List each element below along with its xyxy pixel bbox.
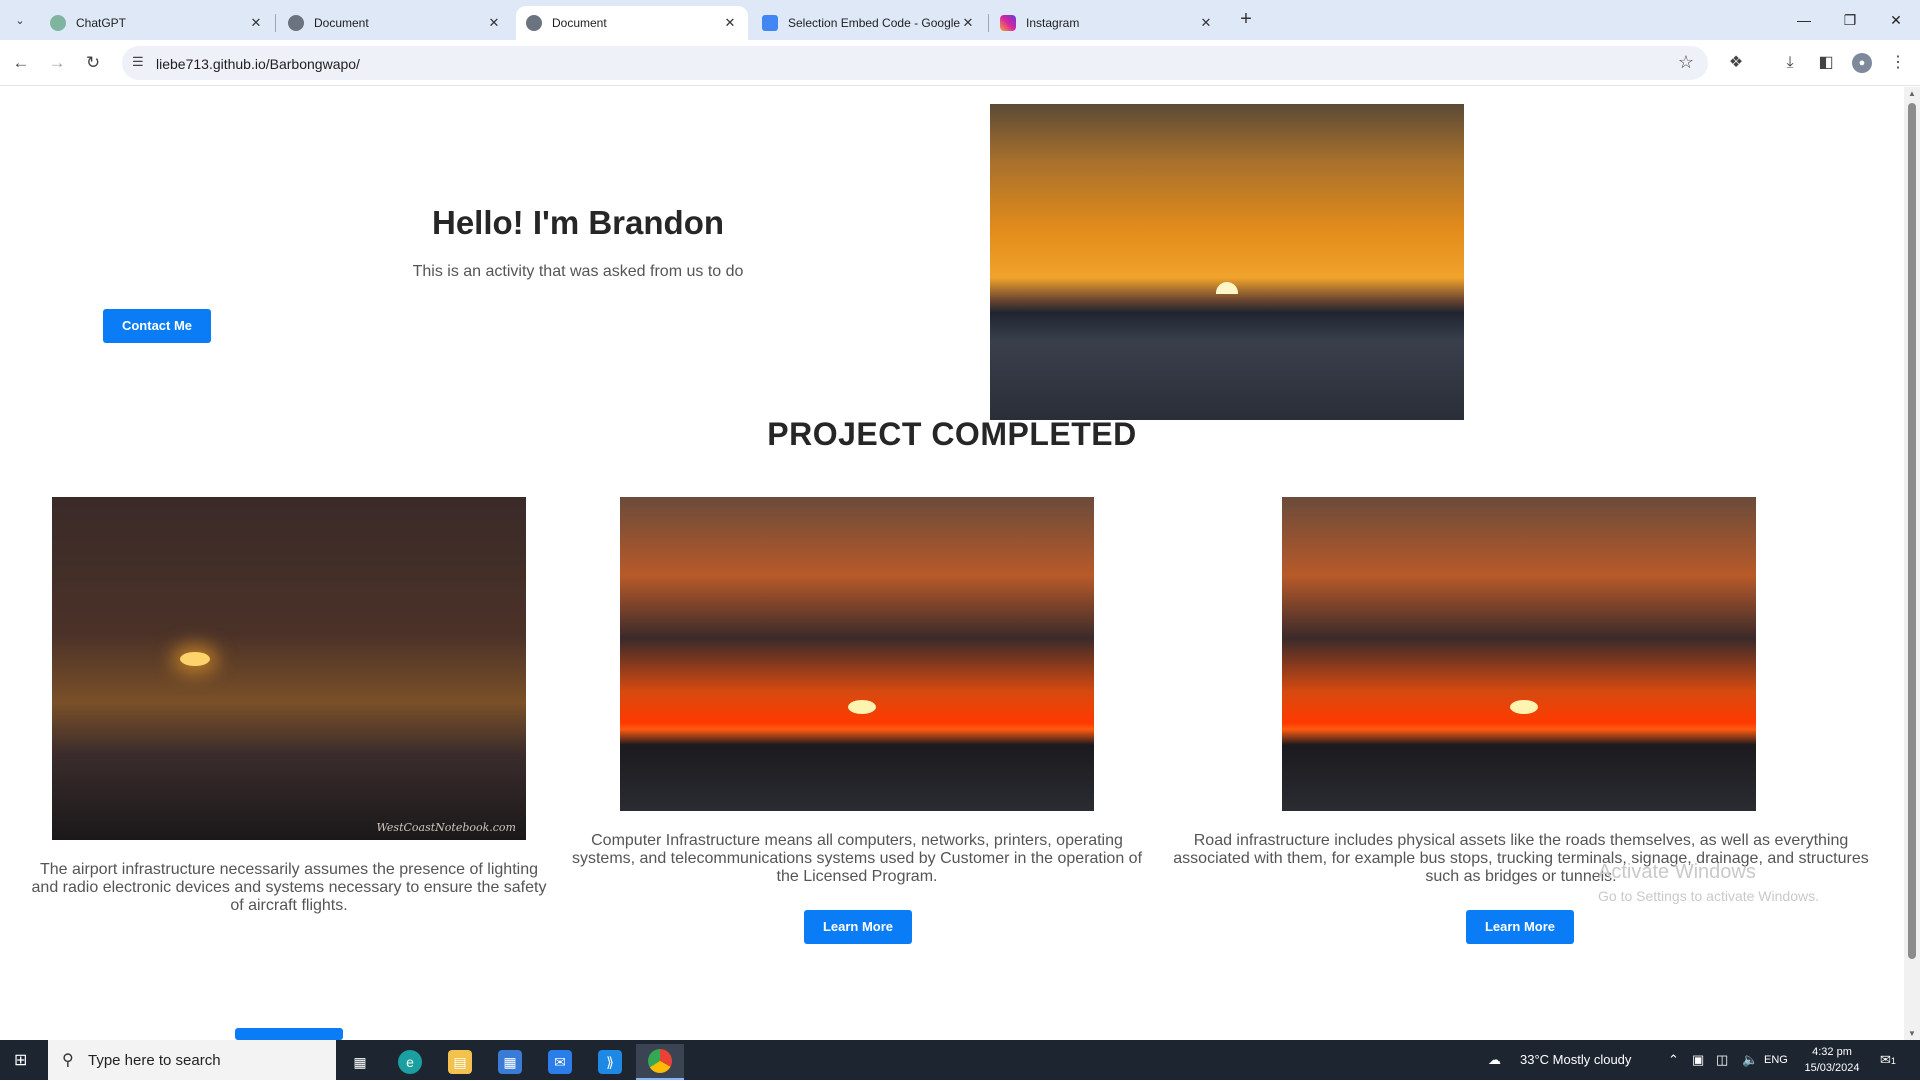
hero-subtitle: This is an activity that was asked from …	[412, 263, 744, 280]
sun-shape	[1216, 282, 1238, 294]
bookmark-star-icon[interactable]: ☆	[1678, 52, 1694, 73]
project-image-road	[1282, 497, 1756, 811]
clock-time: 4:32 pm	[1812, 1046, 1852, 1058]
close-icon[interactable]: ✕	[960, 15, 976, 31]
globe-icon	[526, 15, 542, 31]
window-close-icon[interactable]: ✕	[1884, 8, 1908, 32]
sun-shape	[180, 652, 210, 666]
tray-chevron-up-icon[interactable]: ⌃	[1668, 1040, 1679, 1080]
kebab-menu-icon[interactable]: ⋮	[1886, 51, 1910, 75]
hero-title: Hello! I'm Brandon	[431, 204, 725, 241]
tab-strip: ⌄ ChatGPT ✕ Document ✕ Document ✕ Select…	[0, 0, 1920, 40]
globe-icon	[288, 15, 304, 31]
weather-text[interactable]: 33°C Mostly cloudy	[1520, 1040, 1631, 1080]
network-icon[interactable]: ◫	[1716, 1040, 1728, 1080]
profile-avatar-icon[interactable]: ●	[1852, 53, 1872, 73]
image-watermark-caption: WestCoastNotebook.com	[376, 821, 517, 834]
close-icon[interactable]: ✕	[722, 15, 738, 31]
project-description-airport: The airport infrastructure necessarily a…	[31, 861, 547, 914]
tab-title: Document	[314, 16, 369, 30]
scroll-up-arrow-icon[interactable]: ▲	[1904, 89, 1920, 98]
search-icon: ⚲	[62, 1052, 74, 1069]
tab-title: Document	[552, 16, 607, 30]
scrollbar-thumb[interactable]	[1908, 103, 1916, 959]
contact-me-button[interactable]: Contact Me	[103, 309, 211, 343]
tab-title: Selection Embed Code - Google	[788, 16, 960, 30]
google-sites-icon	[762, 15, 778, 31]
tab-document-active[interactable]: Document ✕	[516, 6, 748, 40]
weather-cloud-icon[interactable]: ☁	[1488, 1040, 1501, 1080]
file-explorer-icon[interactable]: ▤	[436, 1044, 484, 1080]
notifications-icon[interactable]: ✉1	[1880, 1040, 1896, 1080]
learn-more-button-road[interactable]: Learn More	[1466, 910, 1574, 944]
learn-more-button-airport[interactable]	[235, 1028, 343, 1040]
restore-icon[interactable]: ❐	[1838, 8, 1862, 32]
close-icon[interactable]: ✕	[1198, 15, 1214, 31]
browser-toolbar: ← → ↻ ☰ liebe713.github.io/Barbongwapo/ …	[0, 40, 1920, 86]
taskbar-search-placeholder: Type here to search	[88, 1052, 221, 1069]
project-description-road: Road infrastructure includes physical as…	[1173, 832, 1869, 885]
web-page: Hello! I'm Brandon This is an activity t…	[0, 87, 1904, 1040]
windows-taskbar: ⊞ ⚲ Type here to search ▦ e ▤ ▦ ✉ ⟫ ☁ 33…	[0, 1040, 1920, 1080]
tab-document[interactable]: Document ✕	[278, 6, 512, 40]
tray-device-icon[interactable]: ▣	[1692, 1040, 1704, 1080]
activate-windows-subtitle: Go to Settings to activate Windows.	[1598, 888, 1819, 904]
edge-icon[interactable]: e	[386, 1044, 434, 1080]
tab-divider	[275, 14, 276, 32]
task-view-icon[interactable]: ▦	[336, 1044, 384, 1080]
project-image-airport: WestCoastNotebook.com	[52, 497, 526, 840]
sun-shape	[848, 700, 876, 714]
address-bar[interactable]: ☰ liebe713.github.io/Barbongwapo/ ☆	[122, 46, 1708, 80]
projects-heading: PROJECT COMPLETED	[767, 416, 1137, 452]
notification-count: 1	[1890, 1056, 1896, 1066]
mail-icon[interactable]: ✉	[536, 1044, 584, 1080]
sun-shape	[1510, 700, 1538, 714]
side-panel-icon[interactable]: ◧	[1814, 51, 1838, 75]
volume-muted-icon[interactable]: 🔈	[1742, 1040, 1758, 1080]
activate-windows-title: Activate Windows	[1598, 861, 1756, 883]
tab-chatgpt[interactable]: ChatGPT ✕	[40, 6, 274, 40]
clock-date: 15/03/2024	[1804, 1062, 1860, 1074]
close-icon[interactable]: ✕	[248, 15, 264, 31]
system-clock[interactable]: 4:32 pm 15/03/2024	[1794, 1044, 1870, 1076]
back-arrow-icon[interactable]: ←	[8, 50, 34, 76]
tab-title: ChatGPT	[76, 16, 127, 30]
taskbar-search-box[interactable]: ⚲ Type here to search	[48, 1040, 336, 1080]
scroll-down-arrow-icon[interactable]: ▼	[1904, 1029, 1920, 1038]
minimize-icon[interactable]: —	[1792, 8, 1816, 32]
new-tab-plus-icon[interactable]: +	[1234, 8, 1258, 32]
download-icon[interactable]: ⤓	[1778, 51, 1802, 75]
tab-selection-embed-code[interactable]: Selection Embed Code - Google ✕	[752, 6, 986, 40]
tab-divider	[988, 14, 989, 32]
windows-start-icon[interactable]: ⊞	[14, 1052, 32, 1070]
url-text[interactable]: liebe713.github.io/Barbongwapo/	[156, 56, 360, 72]
close-icon[interactable]: ✕	[486, 15, 502, 31]
language-indicator[interactable]: ENG	[1764, 1040, 1788, 1080]
site-info-icon[interactable]: ☰	[132, 54, 144, 70]
tab-title: Instagram	[1026, 16, 1080, 30]
chrome-icon[interactable]	[636, 1044, 684, 1080]
instagram-icon	[1000, 15, 1016, 31]
project-description-computer: Computer Infrastructure means all comput…	[571, 832, 1143, 885]
microsoft-store-icon[interactable]: ▦	[486, 1044, 534, 1080]
tab-search-chevron-icon[interactable]: ⌄	[8, 8, 32, 32]
tab-instagram[interactable]: Instagram ✕	[990, 6, 1224, 40]
chatgpt-icon	[50, 15, 66, 31]
forward-arrow-icon[interactable]: →	[44, 50, 70, 76]
reload-icon[interactable]: ↻	[80, 50, 106, 76]
extensions-icon[interactable]: ❖	[1724, 51, 1748, 75]
vscode-icon[interactable]: ⟫	[586, 1044, 634, 1080]
hero-sunset-image	[990, 104, 1464, 420]
page-scrollbar[interactable]: ▲ ▼	[1904, 87, 1920, 1040]
project-image-computer	[620, 497, 1094, 811]
learn-more-button-computer[interactable]: Learn More	[804, 910, 912, 944]
